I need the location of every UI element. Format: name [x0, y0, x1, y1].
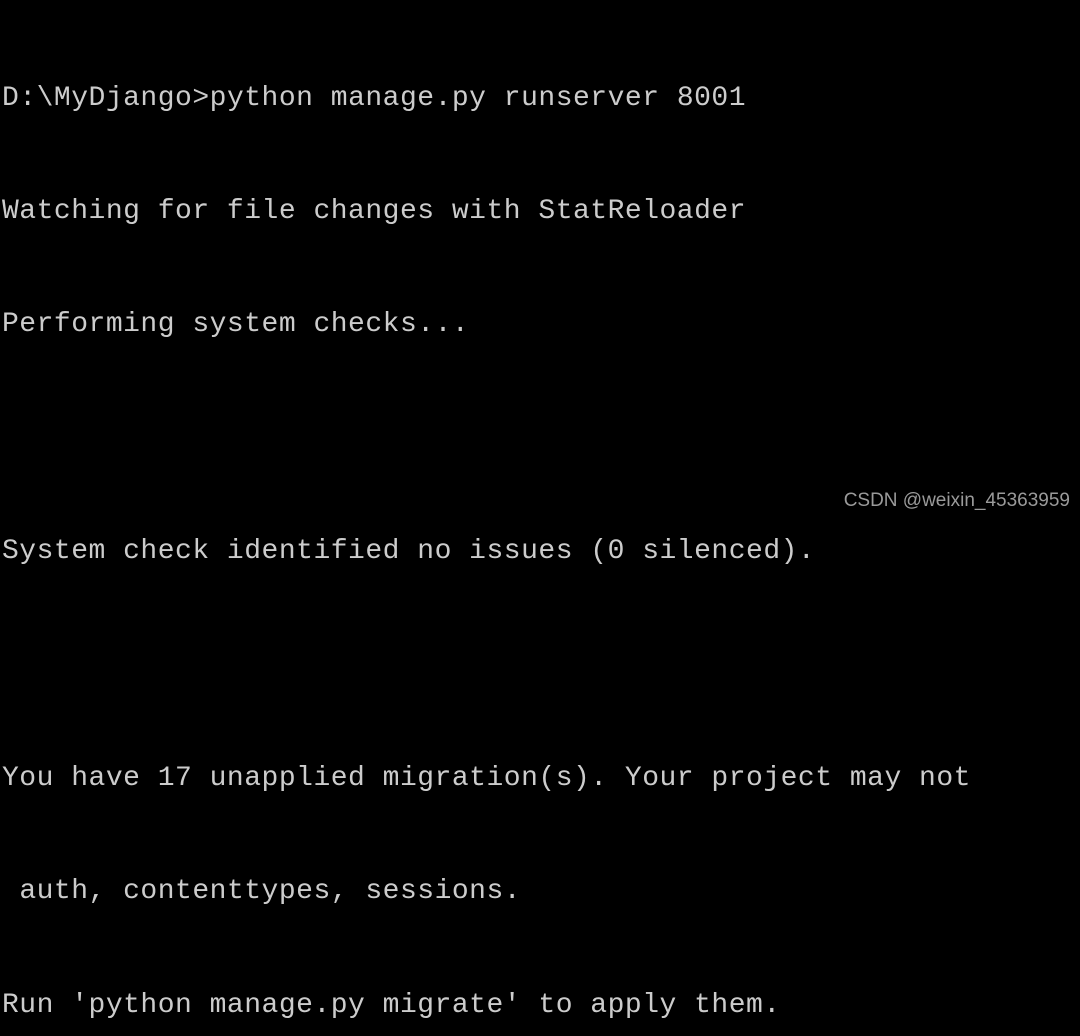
- output-line-migrations-apps: auth, contenttypes, sessions.: [2, 873, 1078, 911]
- output-line-system-check: System check identified no issues (0 sil…: [2, 533, 1078, 571]
- blank-line: [2, 420, 1078, 458]
- command-line: D:\MyDjango>python manage.py runserver 8…: [2, 80, 1078, 118]
- output-line-migrations-warning: You have 17 unapplied migration(s). Your…: [2, 760, 1078, 798]
- output-line-watching: Watching for file changes with StatReloa…: [2, 193, 1078, 231]
- output-line-migrate-hint: Run 'python manage.py migrate' to apply …: [2, 987, 1078, 1025]
- prompt: D:\MyDjango>: [2, 83, 210, 114]
- output-line-performing: Performing system checks...: [2, 306, 1078, 344]
- blank-line: [2, 647, 1078, 685]
- watermark-text: CSDN @weixin_45363959: [844, 488, 1070, 514]
- command-text: python manage.py runserver 8001: [210, 83, 746, 114]
- terminal-output[interactable]: D:\MyDjango>python manage.py runserver 8…: [2, 4, 1078, 1036]
